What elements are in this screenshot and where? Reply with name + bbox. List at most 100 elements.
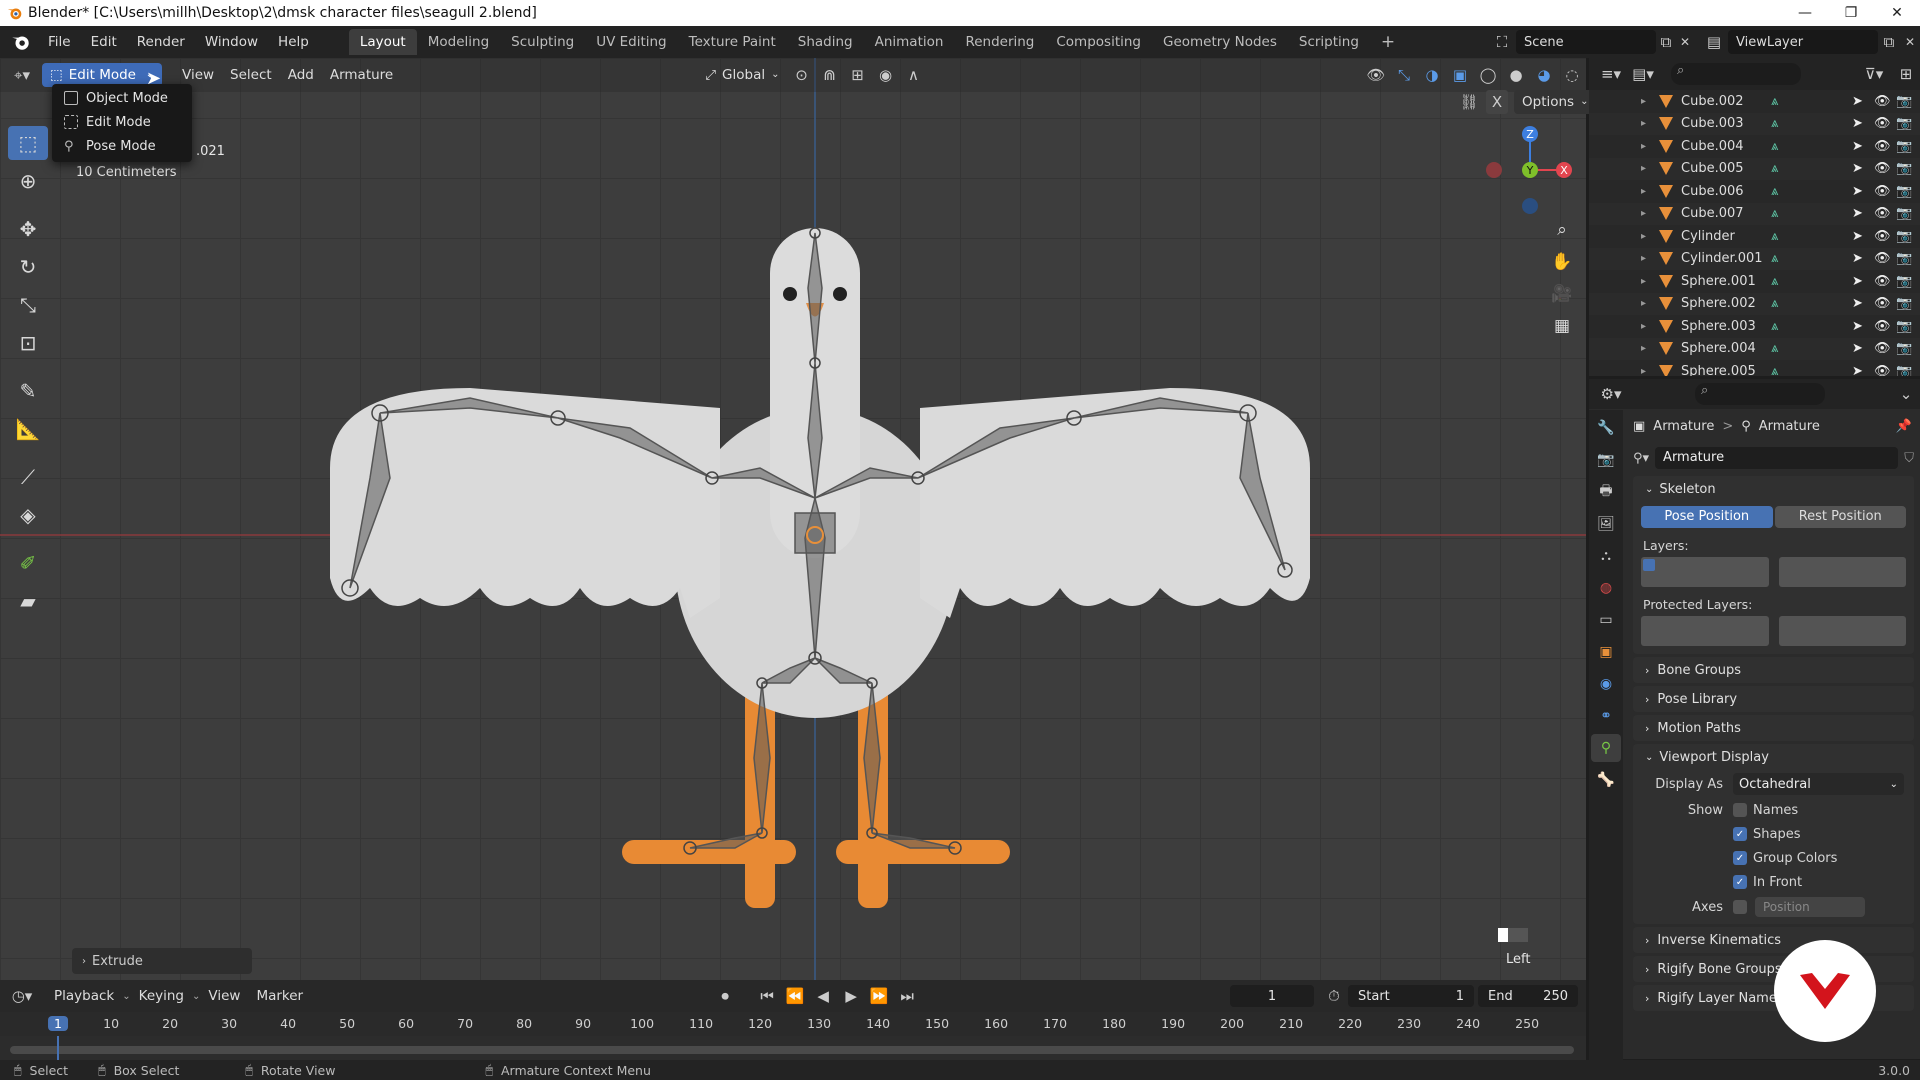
stopwatch-icon[interactable]: ⏱ <box>1320 984 1348 1008</box>
eye-icon[interactable]: 👁 <box>1874 229 1896 244</box>
ortho-grid-icon[interactable]: ▦ <box>1546 310 1578 342</box>
select-arrow-icon[interactable]: ➤ <box>1852 319 1874 334</box>
pose-mode-item[interactable]: ⚲ Pose Mode <box>52 134 192 158</box>
tab-shading[interactable]: Shading <box>787 29 864 55</box>
names-checkbox[interactable] <box>1733 803 1747 817</box>
view-layer-icon[interactable]: ▤ <box>1700 30 1728 54</box>
tab-modeling[interactable]: Modeling <box>417 29 500 55</box>
next-keyframe-icon[interactable]: ⏩ <box>865 984 893 1008</box>
new-collection-icon[interactable]: ⊞ <box>1892 62 1920 86</box>
motion-paths-panel[interactable]: › Motion Paths <box>1633 715 1914 741</box>
outliner-row[interactable]: ▸ Sphere.005 ⩓ ➤ 👁 📷 <box>1589 360 1920 376</box>
outliner-row[interactable]: ▸ Sphere.004 ⩓ ➤ 👁 📷 <box>1589 337 1920 360</box>
visibility-icon[interactable]: 👁 <box>1362 63 1390 87</box>
editor-type-icon[interactable]: ⌖▾ <box>8 63 36 87</box>
world-tab-icon[interactable]: ◍ <box>1591 574 1621 602</box>
tab-scripting[interactable]: Scripting <box>1288 29 1370 55</box>
tab-uv-editing[interactable]: UV Editing <box>585 29 677 55</box>
object-mode-item[interactable]: Object Mode <box>52 86 192 110</box>
tab-sculpting[interactable]: Sculpting <box>500 29 585 55</box>
wireframe-shading-icon[interactable]: ◯ <box>1474 63 1502 87</box>
blender-menu-icon[interactable] <box>8 31 34 53</box>
scene-tab-icon[interactable]: ⛬ <box>1591 542 1621 570</box>
view-layer-selector[interactable]: ViewLayer <box>1728 30 1878 54</box>
menu-add[interactable]: Add <box>280 63 322 87</box>
jump-end-icon[interactable]: ⏭ <box>893 984 921 1008</box>
add-workspace-button[interactable]: + <box>1370 29 1406 55</box>
select-arrow-icon[interactable]: ➤ <box>1852 341 1874 356</box>
axes-position-field[interactable]: Position <box>1755 897 1865 917</box>
select-arrow-icon[interactable]: ➤ <box>1852 116 1874 131</box>
select-arrow-icon[interactable]: ➤ <box>1852 296 1874 311</box>
expand-arrow-icon[interactable]: ▸ <box>1589 343 1646 354</box>
display-as-dropdown[interactable]: Octahedral ⌄ <box>1733 773 1904 795</box>
expand-arrow-icon[interactable]: ▸ <box>1589 321 1646 332</box>
eye-icon[interactable]: 👁 <box>1874 319 1896 334</box>
expand-arrow-icon[interactable]: ▸ <box>1589 253 1646 264</box>
outliner-row[interactable]: ▸ Cylinder ⩓ ➤ 👁 📷 <box>1589 225 1920 248</box>
tab-rendering[interactable]: Rendering <box>954 29 1045 55</box>
menu-armature[interactable]: Armature <box>322 63 401 87</box>
camera-icon[interactable]: 📷 <box>1896 364 1920 376</box>
camera-view-icon[interactable]: 🎥 <box>1546 278 1578 310</box>
outliner-row[interactable]: ▸ Sphere.001 ⩓ ➤ 👁 📷 <box>1589 270 1920 293</box>
camera-icon[interactable]: 📷 <box>1896 229 1920 244</box>
view-layer-tab-icon[interactable]: 🖼 <box>1591 510 1621 538</box>
camera-icon[interactable]: 📷 <box>1896 184 1920 199</box>
editor-type-icon[interactable]: ⚙▾ <box>1597 382 1625 406</box>
pan-hand-icon[interactable]: ✋ <box>1546 246 1578 278</box>
eye-icon[interactable]: 👁 <box>1874 206 1896 221</box>
properties-search-input[interactable]: ⌕ <box>1695 383 1825 405</box>
select-arrow-icon[interactable]: ➤ <box>1852 251 1874 266</box>
camera-icon[interactable]: 📷 <box>1896 139 1920 154</box>
pin-icon[interactable]: 📌 <box>1896 419 1912 434</box>
collection-tab-icon[interactable]: ▭ <box>1591 606 1621 634</box>
start-frame-field[interactable]: Start 1 <box>1348 985 1474 1007</box>
restore-icon[interactable]: ❐ <box>1828 5 1874 21</box>
transform-orientation-selector[interactable]: ⤢ Global ⌄ <box>697 63 787 87</box>
select-box-tool-icon[interactable]: ⬚ <box>8 126 48 160</box>
outliner-row[interactable]: ▸ Cube.007 ⩓ ➤ 👁 📷 <box>1589 202 1920 225</box>
cursor-tool-icon[interactable]: ⊕ <box>8 164 48 198</box>
pose-position-button[interactable]: Pose Position <box>1641 506 1773 528</box>
object-tab-icon[interactable]: ▣ <box>1591 638 1621 666</box>
editor-type-icon[interactable]: ≡▾ <box>1597 62 1625 86</box>
eye-icon[interactable]: 👁 <box>1874 139 1896 154</box>
tab-texture-paint[interactable]: Texture Paint <box>678 29 787 55</box>
modifiers-tab-icon[interactable]: ◉ <box>1591 670 1621 698</box>
expand-arrow-icon[interactable]: ▸ <box>1589 208 1646 219</box>
menu-file[interactable]: File <box>38 29 81 55</box>
navigation-gizmo[interactable]: Z X Y <box>1480 122 1580 222</box>
camera-icon[interactable]: 📷 <box>1896 319 1920 334</box>
group-colors-checkbox[interactable]: ✓ <box>1733 851 1747 865</box>
scene-selector[interactable]: Scene <box>1516 30 1656 54</box>
bone-envelope-tool-icon[interactable]: ▰ <box>8 584 48 618</box>
outliner-row[interactable]: ▸ Cylinder.001 ⩓ ➤ 👁 📷 <box>1589 247 1920 270</box>
last-operator-panel[interactable]: › Extrude <box>72 948 252 974</box>
in-front-checkbox[interactable]: ✓ <box>1733 875 1747 889</box>
display-mode-icon[interactable]: ▤▾ <box>1629 62 1657 86</box>
snap-icon[interactable]: ⋒ <box>816 63 844 87</box>
eye-icon[interactable]: 👁 <box>1874 184 1896 199</box>
camera-icon[interactable]: 📷 <box>1896 296 1920 311</box>
pivot-point-icon[interactable]: ⊙ <box>788 63 816 87</box>
material-shading-icon[interactable]: ◕ <box>1530 63 1558 87</box>
record-icon[interactable]: ⏺ <box>711 984 739 1008</box>
outliner-row[interactable]: ▸ Cube.003 ⩓ ➤ 👁 📷 <box>1589 112 1920 135</box>
outliner-row[interactable]: ▸ Cube.005 ⩓ ➤ 👁 📷 <box>1589 157 1920 180</box>
expand-arrow-icon[interactable]: ▸ <box>1589 186 1646 197</box>
play-icon[interactable]: ▶ <box>837 984 865 1008</box>
tab-layout[interactable]: Layout <box>348 29 417 55</box>
menu-view[interactable]: View <box>200 984 248 1008</box>
outliner-row[interactable]: ▸ Cube.006 ⩓ ➤ 👁 📷 <box>1589 180 1920 203</box>
scale-lock-icon[interactable]: ⛓ <box>1458 90 1480 114</box>
menu-select[interactable]: Select <box>222 63 280 87</box>
layers-grid[interactable] <box>1633 557 1914 587</box>
scene-icon[interactable]: ⛶ <box>1488 30 1516 54</box>
outliner-row[interactable]: ▸ Cube.004 ⩓ ➤ 👁 📷 <box>1589 135 1920 158</box>
tab-geometry-nodes[interactable]: Geometry Nodes <box>1152 29 1288 55</box>
zoom-icon[interactable]: ⌕ <box>1546 214 1578 246</box>
expand-arrow-icon[interactable]: ▸ <box>1589 231 1646 242</box>
axes-checkbox[interactable] <box>1733 900 1747 914</box>
bone-size-tool-icon[interactable]: ◈ <box>8 498 48 532</box>
